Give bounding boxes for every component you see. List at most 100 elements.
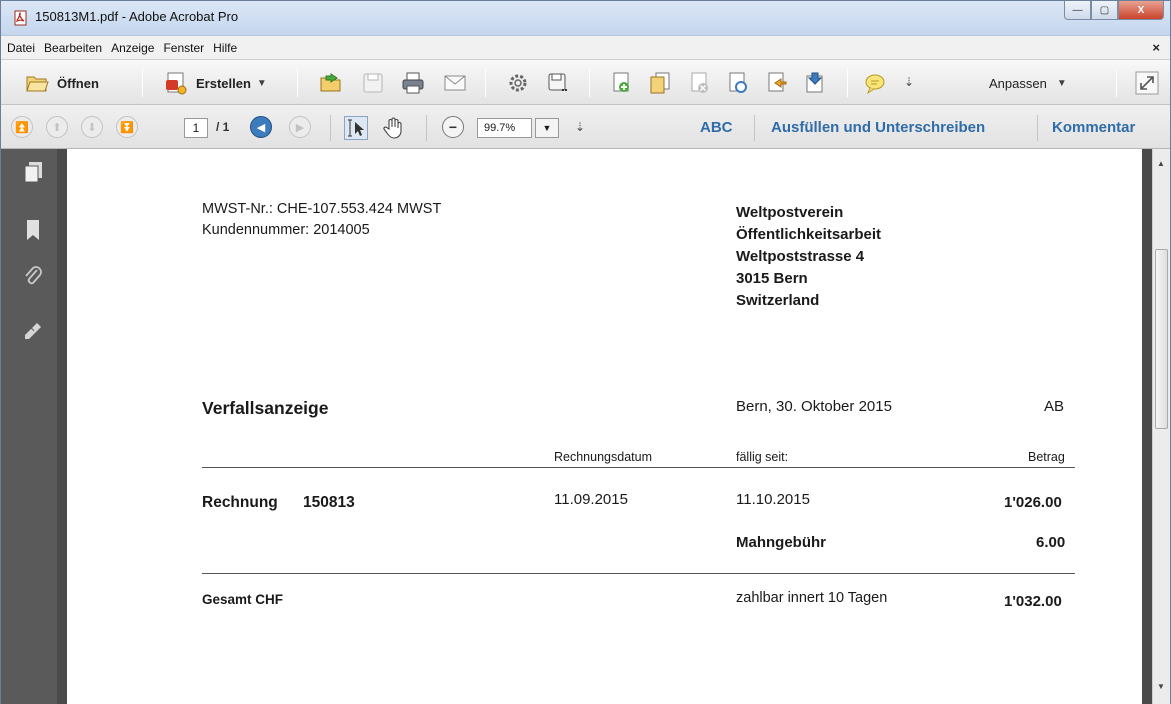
title-bar: 150813M1.pdf - Adobe Acrobat Pro — ▢ X — [1, 1, 1170, 35]
arrow-up-icon: ⬆ — [52, 121, 62, 134]
due-date: 11.10.2015 — [736, 491, 810, 508]
menu-bar: Datei Bearbeiten Anzeige Fenster Hilfe × — [1, 35, 1170, 59]
menu-file[interactable]: Datei — [7, 41, 35, 55]
toolbar-overflow-icon[interactable]: ⇣ — [904, 75, 914, 89]
page-thumbnails-icon[interactable] — [23, 161, 43, 183]
arrow-left-icon: ◀ — [256, 121, 266, 134]
zoom-input[interactable]: 99.7% — [477, 118, 532, 138]
navigation-toolbar: ⏫ ⬆ ⬇ ⏬ 1 / 1 ◀ ▶ − 99.7% ▼ ⇣ ABC Ausfül… — [1, 105, 1170, 149]
create-label: Erstellen — [196, 75, 251, 91]
fullscreen-button[interactable] — [1135, 70, 1159, 96]
page-number-input[interactable]: 1 — [184, 118, 208, 138]
invoice-label: Rechnung — [202, 494, 278, 511]
recipient-city: 3015 Bern — [736, 270, 808, 287]
fill-and-sign-pane-link[interactable]: Ausfüllen und Unterschreiben — [771, 119, 985, 136]
page-rotate-icon — [729, 72, 747, 93]
menu-view[interactable]: Anzeige — [111, 41, 154, 55]
save-as-icon — [548, 73, 567, 91]
minimize-button[interactable]: — — [1064, 1, 1091, 20]
scrollbar-thumb[interactable] — [1155, 249, 1168, 429]
navigation-panel — [1, 149, 57, 704]
settings-button[interactable] — [506, 70, 530, 96]
create-pdf-icon — [166, 72, 187, 95]
pdf-page: MWST-Nr.: CHE-107.553.424 MWST Kundennum… — [67, 149, 1142, 704]
comment-pane-link[interactable]: Kommentar — [1052, 119, 1135, 136]
recipient-street: Weltpoststrasse 4 — [736, 248, 865, 265]
document-add-icon — [613, 72, 629, 92]
select-tool-button[interactable] — [344, 116, 368, 140]
pdf-file-icon — [14, 10, 27, 26]
nav-overflow-icon[interactable]: ⇣ — [575, 120, 585, 134]
total-divider — [202, 573, 1075, 574]
speech-bubble-icon — [865, 74, 885, 95]
expand-icon — [1135, 71, 1159, 95]
place-date: Bern, 30. Oktober 2015 — [736, 398, 892, 415]
open-button[interactable]: Öffnen — [25, 70, 99, 96]
print-button[interactable] — [401, 70, 425, 96]
copy-pages-button[interactable] — [648, 70, 672, 96]
folder-arrow-icon — [320, 73, 341, 92]
next-view-button[interactable]: ▶ — [289, 116, 311, 138]
invoice-number: 150813 — [303, 494, 355, 511]
open-label: Öffnen — [57, 75, 99, 91]
total-label: Gesamt CHF — [202, 592, 284, 607]
recipient-name: Weltpostverein — [736, 204, 844, 221]
reminder-fee-label: Mahngebühr — [736, 534, 826, 551]
save-as-button[interactable] — [546, 70, 570, 96]
maximize-button[interactable]: ▢ — [1091, 1, 1118, 20]
save-button[interactable] — [361, 70, 385, 96]
menu-window[interactable]: Fenster — [163, 41, 204, 55]
acrobat-window: 150813M1.pdf - Adobe Acrobat Pro — ▢ X D… — [0, 0, 1171, 704]
minus-icon: − — [448, 119, 458, 135]
scroll-down-icon[interactable]: ▼ — [1157, 682, 1165, 691]
menu-help[interactable]: Hilfe — [213, 41, 237, 55]
close-document-button[interactable]: × — [1152, 40, 1160, 55]
combine-button[interactable] — [610, 70, 634, 96]
folder-open-icon — [26, 76, 49, 92]
invoice-amount: 1'026.00 — [1004, 494, 1062, 511]
extract-button[interactable] — [803, 70, 827, 96]
attachments-paperclip-icon[interactable] — [23, 265, 43, 287]
next-page-button[interactable]: ⬇ — [81, 116, 103, 138]
invoice-date: 11.09.2015 — [554, 491, 628, 508]
close-window-button[interactable]: X — [1118, 1, 1164, 20]
column-due-since: fällig seit: — [736, 450, 789, 464]
export-button[interactable] — [765, 70, 789, 96]
scroll-up-icon[interactable]: ▲ — [1157, 159, 1165, 168]
zoom-dropdown-button[interactable]: ▼ — [535, 118, 559, 138]
previous-view-button[interactable]: ◀ — [250, 116, 272, 138]
tools-pane-link[interactable]: ABC — [700, 119, 733, 136]
hand-tool-button[interactable] — [381, 116, 405, 140]
first-page-icon: ⏫ — [15, 121, 29, 134]
previous-page-button[interactable]: ⬆ — [46, 116, 68, 138]
zoom-out-button[interactable]: − — [442, 116, 464, 138]
delete-pages-button[interactable] — [688, 70, 712, 96]
customize-dropdown-caret: ▼ — [1056, 77, 1067, 89]
initials: AB — [1044, 398, 1065, 415]
last-page-button[interactable]: ⏬ — [116, 116, 138, 138]
page-extract-icon — [806, 72, 823, 93]
open-folder-button[interactable] — [319, 70, 343, 96]
cursor-select-icon — [348, 119, 364, 137]
gear-icon — [509, 74, 527, 92]
total-amount: 1'032.00 — [1004, 593, 1062, 610]
bookmarks-icon[interactable] — [23, 219, 43, 241]
customize-button[interactable]: Anpassen ▼ — [989, 70, 1067, 96]
save-disk-icon — [363, 73, 383, 93]
rotate-pages-button[interactable] — [726, 70, 750, 96]
vat-number: MWST-Nr.: CHE-107.553.424 MWST — [202, 201, 442, 217]
recipient-department: Öffentlichkeitsarbeit — [736, 226, 882, 243]
first-page-button[interactable]: ⏫ — [11, 116, 33, 138]
menu-edit[interactable]: Bearbeiten — [44, 41, 102, 55]
pages-copy-icon — [650, 72, 670, 94]
table-header-divider — [202, 467, 1075, 468]
signatures-icon[interactable] — [23, 319, 43, 341]
create-button[interactable]: Erstellen ▼ — [164, 70, 267, 96]
payment-terms: zahlbar innert 10 Tagen — [736, 590, 888, 606]
comment-bubble-button[interactable] — [863, 70, 887, 96]
recipient-country: Switzerland — [736, 292, 820, 309]
printer-icon — [402, 72, 424, 94]
email-button[interactable] — [443, 70, 467, 96]
hand-icon — [383, 117, 402, 139]
vertical-scrollbar[interactable]: ▲ ▼ — [1152, 149, 1170, 704]
